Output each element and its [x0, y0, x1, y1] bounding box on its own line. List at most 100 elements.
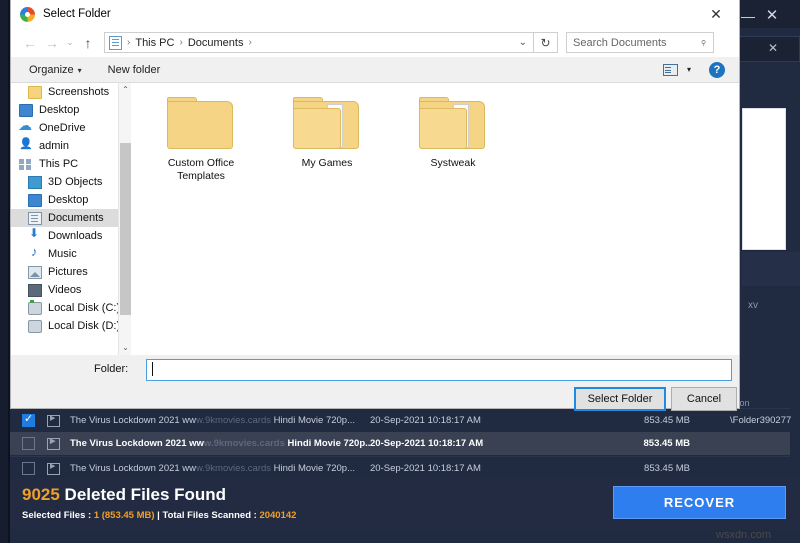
background-left-rail — [0, 0, 8, 543]
back-icon[interactable]: ← — [19, 32, 41, 54]
new-folder-button[interactable]: New folder — [108, 64, 161, 76]
navigation-scrollbar[interactable]: ⌃ ⌄ — [118, 83, 131, 355]
row-checkbox[interactable] — [22, 413, 35, 427]
row-checkbox[interactable] — [22, 437, 35, 450]
file-date: 20-Sep-2021 10:18:17 AM — [370, 438, 484, 449]
recover-button[interactable]: RECOVER — [613, 486, 786, 519]
folder-item-my-games[interactable]: My Games — [277, 95, 377, 355]
breadcrumb-this-pc[interactable]: This PC — [135, 37, 174, 49]
disk-drive-icon — [28, 319, 42, 333]
download-icon — [28, 226, 42, 243]
sidebar-item-label: Screenshots — [48, 86, 110, 98]
sidebar-item-desktop-2[interactable]: Desktop — [11, 191, 131, 209]
sidebar-item-label: Desktop — [48, 194, 89, 206]
3d-objects-icon — [28, 175, 42, 189]
sidebar-item-label: admin — [39, 140, 69, 152]
sidebar-item-downloads[interactable]: Downloads — [11, 226, 131, 245]
table-row[interactable]: The Virus Lockdown 2021 www.9kmovies.car… — [10, 432, 790, 455]
scrollbar-thumb[interactable] — [120, 143, 131, 315]
sidebar-item-onedrive[interactable]: OneDrive — [11, 117, 131, 137]
breadcrumb-separator: › — [127, 37, 131, 48]
organize-button[interactable]: Organize ▾ — [29, 64, 82, 76]
background-close-icon[interactable]: ✕ — [764, 8, 780, 24]
select-folder-button[interactable]: Select Folder — [574, 387, 666, 411]
sidebar-item-label: Pictures — [48, 266, 88, 278]
forward-icon[interactable]: → — [41, 32, 63, 54]
deleted-files-count: 9025 — [22, 485, 60, 504]
breadcrumb-separator: › — [248, 37, 252, 48]
file-grid: Custom Office Templates My Games Systwea… — [131, 83, 739, 355]
table-row[interactable]: The Virus Lockdown 2021 www.9kmovies.car… — [10, 457, 790, 480]
background-panel-band — [742, 252, 800, 286]
folder-icon — [293, 95, 361, 151]
sidebar-item-music[interactable]: Music — [11, 244, 131, 263]
file-name: The Virus Lockdown 2021 www.9kmovies.car… — [70, 463, 355, 474]
address-chevron-down-icon[interactable]: ⌄ — [519, 37, 527, 48]
breadcrumb-separator: › — [179, 37, 183, 48]
view-chevron-down-icon[interactable]: ▾ — [687, 65, 691, 74]
background-side-label: xv — [748, 300, 758, 311]
cancel-button[interactable]: Cancel — [671, 387, 737, 411]
folder-label: Custom Office Templates — [167, 157, 235, 182]
view-layout-icon[interactable] — [662, 63, 678, 76]
screen: — ✕ ✕ naged or t it. ore than . ble. xv … — [0, 0, 800, 543]
breadcrumb-documents[interactable]: Documents — [188, 37, 244, 49]
picture-icon — [28, 265, 42, 279]
popup-line-3: ore than — [743, 159, 785, 176]
folder-label: Systweak — [430, 157, 476, 169]
navigation-pane: Screenshots Desktop OneDrive admin This … — [11, 83, 131, 355]
address-bar-row: ← → ⌄ ↑ › This PC › Documents › ⌄ ↻ Sear… — [11, 28, 739, 57]
sidebar-item-local-disk-d[interactable]: Local Disk (D:) — [11, 317, 131, 335]
background-inner-close-icon[interactable]: ✕ — [766, 41, 780, 55]
up-icon[interactable]: ↑ — [77, 32, 99, 54]
sidebar-item-label: Desktop — [39, 104, 80, 116]
close-icon[interactable]: ✕ — [703, 5, 729, 23]
sidebar-item-local-disk-c[interactable]: Local Disk (C:) — [11, 299, 131, 317]
sidebar-item-videos[interactable]: Videos — [11, 281, 131, 299]
documents-icon — [109, 35, 122, 50]
desktop-icon — [19, 103, 33, 117]
search-icon[interactable]: ⌕ — [697, 36, 711, 50]
row-checkbox[interactable] — [22, 462, 35, 475]
scroll-down-icon[interactable]: ⌄ — [119, 341, 131, 355]
help-icon[interactable]: ? — [709, 61, 725, 78]
video-file-icon — [47, 462, 60, 475]
sidebar-item-3d-objects[interactable]: 3D Objects — [11, 173, 131, 191]
sidebar-item-documents[interactable]: Documents — [11, 209, 131, 227]
disk-drive-icon — [28, 299, 42, 315]
folder-item-custom-office-templates[interactable]: Custom Office Templates — [151, 95, 251, 355]
folder-item-systweak[interactable]: Systweak — [403, 95, 503, 355]
sidebar-item-admin[interactable]: admin — [11, 137, 131, 155]
scroll-up-icon[interactable]: ⌃ — [119, 83, 131, 97]
popup-line-4: . — [743, 176, 785, 193]
sidebar-item-pictures[interactable]: Pictures — [11, 263, 131, 281]
folder-label: My Games — [301, 157, 353, 169]
address-bar[interactable]: › This PC › Documents › ⌄ — [104, 32, 534, 53]
sidebar-item-this-pc[interactable]: This PC — [11, 155, 131, 173]
sidebar-item-label: Downloads — [48, 230, 103, 242]
this-pc-icon — [19, 158, 33, 171]
recent-locations-chevron-down-icon[interactable]: ⌄ — [63, 37, 77, 48]
search-input[interactable]: Search Documents ⌕ — [566, 32, 714, 53]
background-minimize-icon[interactable]: — — [740, 8, 756, 24]
folder-field-label: Folder: — [94, 363, 129, 375]
cloud-icon — [18, 117, 33, 135]
video-icon — [28, 283, 42, 297]
folder-icon — [28, 85, 42, 99]
sidebar-item-screenshots[interactable]: Screenshots — [11, 83, 131, 101]
selection-summary: Selected Files : 1 (853.45 MB) | Total F… — [22, 510, 297, 521]
desktop-icon — [28, 193, 42, 207]
table-row[interactable]: The Virus Lockdown 2021 www.9kmovies.car… — [10, 409, 791, 432]
deleted-files-found-label: 9025 Deleted Files Found — [22, 485, 227, 504]
file-size: 853.45 MB — [644, 463, 690, 474]
app-logo-icon — [20, 6, 35, 22]
file-date: 20-Sep-2021 10:18:17 AM — [370, 463, 481, 474]
file-name: The Virus Lockdown 2021 www.9kmovies.car… — [70, 438, 370, 449]
video-file-icon — [47, 437, 60, 450]
folder-input[interactable] — [146, 359, 732, 381]
sidebar-item-label: Music — [48, 248, 77, 260]
dialog-body: Screenshots Desktop OneDrive admin This … — [11, 83, 739, 355]
dialog-toolbar: Organize ▾ New folder ▾ ? — [11, 57, 739, 83]
refresh-icon[interactable]: ↻ — [534, 32, 558, 53]
file-size: 853.45 MB — [643, 438, 690, 449]
